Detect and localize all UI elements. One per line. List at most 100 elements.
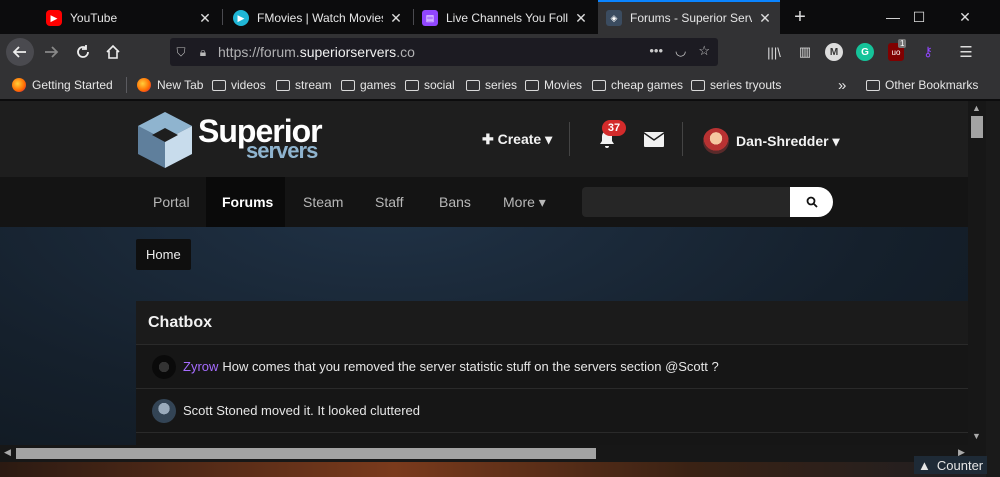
scrollbar-thumb[interactable]: [16, 448, 596, 459]
navigation-toolbar: ⛉ 🔒︎ https://forum.superiorservers.co ••…: [0, 34, 1000, 70]
bookmark-videos[interactable]: videos: [212, 77, 266, 93]
grammarly-icon[interactable]: G: [856, 43, 874, 61]
scroll-down-icon[interactable]: ▼: [972, 431, 981, 441]
firefox-icon: [137, 78, 151, 92]
search-button[interactable]: [790, 187, 833, 217]
folder-icon: [341, 79, 355, 91]
forward-button[interactable]: [37, 38, 65, 66]
twitch-icon: ▤: [422, 10, 438, 26]
youtube-icon: ▶: [46, 10, 62, 26]
close-icon[interactable]: ✕: [389, 10, 403, 27]
background-window: [986, 101, 1000, 477]
chatbox-title: Chatbox: [136, 301, 968, 345]
close-icon[interactable]: ✕: [198, 10, 212, 27]
page-actions-icon[interactable]: •••: [649, 43, 663, 59]
bookmark-new-tab[interactable]: New Tab: [137, 77, 203, 93]
close-icon[interactable]: ✕: [758, 10, 772, 27]
extension-m-icon[interactable]: M: [825, 43, 843, 61]
nav-steam[interactable]: Steam: [287, 177, 359, 227]
search-input[interactable]: [582, 187, 790, 217]
library-icon[interactable]: |||\: [764, 43, 784, 61]
nav-staff[interactable]: Staff: [359, 177, 420, 227]
url-bar[interactable]: ⛉ 🔒︎ https://forum.superiorservers.co ••…: [170, 38, 718, 66]
folder-icon: [212, 79, 226, 91]
arrow-left-icon: [12, 46, 26, 58]
user-avatar[interactable]: [703, 128, 729, 154]
user-menu[interactable]: Dan-Shredder ▾: [736, 133, 840, 150]
shield-icon[interactable]: ⛉: [170, 45, 192, 60]
chat-text: Scott Stoned moved it. It looked clutter…: [183, 403, 421, 418]
back-button[interactable]: [6, 38, 34, 66]
close-icon[interactable]: ✕: [574, 10, 588, 27]
bookmark-series[interactable]: series: [466, 77, 517, 93]
avatar[interactable]: [152, 398, 176, 423]
bookmarks-overflow-button[interactable]: »: [838, 77, 846, 94]
bookmark-movies[interactable]: Movies: [525, 77, 582, 93]
chat-username[interactable]: Zyrow: [183, 359, 218, 374]
vertical-scrollbar[interactable]: ▲ ▼: [968, 101, 986, 445]
superior-servers-logo-icon[interactable]: [136, 110, 194, 170]
bookmark-social[interactable]: social: [405, 77, 455, 93]
web-page: Superior servers ✚ Create ▾ 37 Dan-Shred…: [0, 101, 968, 445]
search-icon: [806, 196, 818, 208]
other-bookmarks[interactable]: Other Bookmarks: [866, 77, 978, 93]
menu-icon[interactable]: ☰: [956, 43, 976, 61]
tab-fmovies[interactable]: ▶ FMovies | Watch Movies ✕: [225, 2, 411, 34]
chat-message: Zyrow How comes that you removed the ser…: [136, 345, 968, 389]
nav-bans[interactable]: Bans: [423, 177, 487, 227]
bookmark-getting-started[interactable]: Getting Started: [12, 77, 113, 93]
tab-strip: ▶ YouTube ✕ ▶ FMovies | Watch Movies ✕ ▤…: [0, 0, 1000, 34]
home-button[interactable]: [99, 38, 127, 66]
tab-youtube[interactable]: ▶ YouTube ✕: [38, 2, 220, 34]
bookmarks-toolbar: Getting Started New Tab videos stream ga…: [0, 70, 1000, 100]
sidebar-icon[interactable]: ▥: [795, 43, 815, 61]
pocket-icon[interactable]: ◡: [675, 43, 686, 59]
tab-title: Forums - Superior Serve: [630, 11, 752, 25]
maximize-button[interactable]: ☐: [896, 0, 942, 34]
tab-title: YouTube: [70, 11, 118, 25]
url-text[interactable]: https://forum.superiorservers.co: [218, 44, 415, 60]
chatbox: Chatbox Zyrow How comes that you removed…: [136, 301, 968, 445]
tab-title: FMovies | Watch Movies: [257, 11, 383, 25]
folder-icon: [466, 79, 480, 91]
folder-icon: [525, 79, 539, 91]
reload-icon: [77, 45, 89, 58]
superior-servers-icon: ◈: [606, 10, 622, 26]
bookmark-stream[interactable]: stream: [276, 77, 332, 93]
site-header: Superior servers ✚ Create ▾ 37 Dan-Shred…: [0, 101, 968, 177]
lock-icon[interactable]: 🔒︎: [192, 45, 214, 60]
nav-more[interactable]: More ▾: [487, 177, 562, 227]
folder-icon: [592, 79, 606, 91]
window-close-button[interactable]: ✕: [942, 0, 988, 34]
scroll-left-icon[interactable]: ◀: [4, 447, 11, 458]
chat-message: Scott Stoned moved it. It looked clutter…: [136, 389, 968, 433]
site-nav: Portal Forums Steam Staff Bans More ▾: [0, 177, 968, 227]
horizontal-scrollbar[interactable]: ◀ ▶: [0, 445, 986, 462]
chat-text: How comes that you removed the server st…: [222, 359, 719, 374]
star-icon[interactable]: ☆: [698, 43, 710, 59]
tab-superior-servers[interactable]: ◈ Forums - Superior Serve ✕: [598, 0, 780, 34]
scroll-up-icon[interactable]: ▲: [972, 103, 981, 113]
ublock-count: 1: [898, 39, 907, 48]
folder-icon: [691, 79, 705, 91]
background-window: [0, 462, 986, 477]
avatar[interactable]: [152, 354, 176, 379]
bookmark-cheap-games[interactable]: cheap games: [592, 77, 683, 93]
nav-portal[interactable]: Portal: [137, 177, 206, 227]
tab-twitch[interactable]: ▤ Live Channels You Follow ✕: [414, 2, 596, 34]
new-tab-button[interactable]: +: [788, 4, 812, 30]
reload-button[interactable]: [69, 38, 97, 66]
scrollbar-thumb[interactable]: [971, 116, 983, 138]
logo-text-servers[interactable]: servers: [246, 138, 318, 164]
notification-badge: 37: [602, 120, 626, 136]
breadcrumb[interactable]: Home: [136, 239, 191, 270]
nav-forums[interactable]: Forums: [206, 177, 285, 227]
bookmark-games[interactable]: games: [341, 77, 396, 93]
firefox-icon: [12, 78, 26, 92]
create-button[interactable]: ✚ Create ▾: [482, 131, 552, 148]
taskbar-counter[interactable]: ▲ Counter: [914, 456, 988, 474]
mail-icon[interactable]: [644, 132, 664, 147]
bookmark-series-tryouts[interactable]: series tryouts: [691, 77, 781, 93]
home-icon: [106, 44, 120, 59]
extension-key-icon[interactable]: ⚷: [918, 43, 938, 61]
